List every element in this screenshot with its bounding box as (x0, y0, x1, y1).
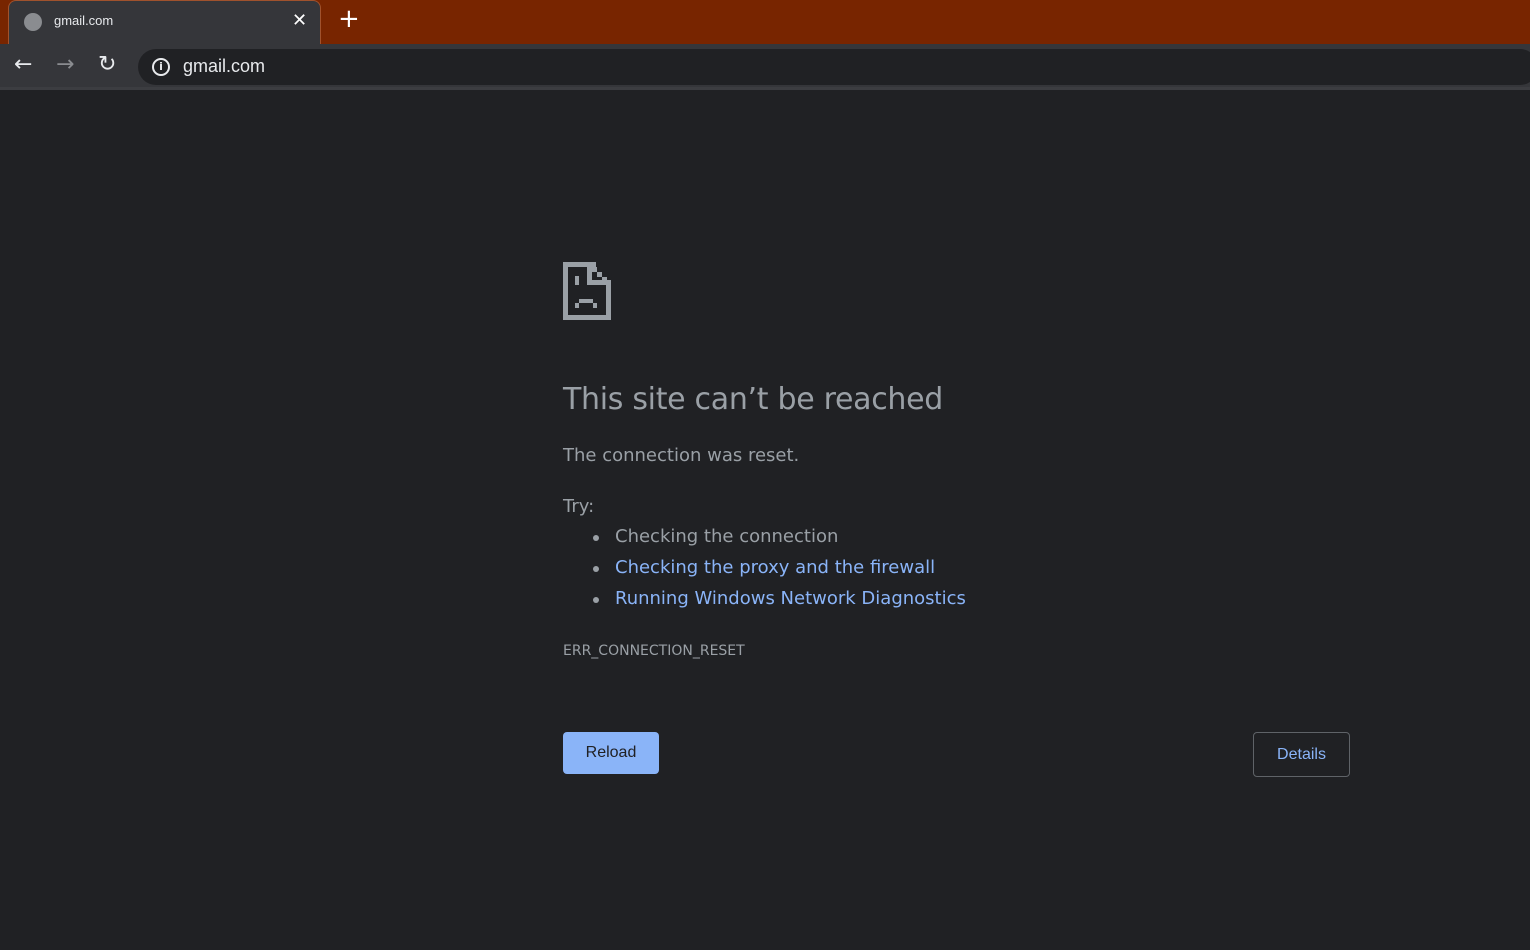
tab-gmail[interactable]: gmail.com ✕ (8, 0, 321, 44)
suggestion-item: Checking the proxy and the firewall (593, 557, 966, 588)
url-text[interactable]: gmail.com (183, 56, 265, 77)
forward-icon[interactable]: → (56, 52, 74, 77)
suggestion-item: Running Windows Network Diagnostics (593, 588, 966, 619)
address-bar[interactable]: i gmail.com (138, 49, 1530, 85)
details-button[interactable]: Details (1253, 732, 1350, 777)
network-diagnostics-link[interactable]: Running Windows Network Diagnostics (615, 588, 966, 609)
new-tab-button[interactable]: + (338, 4, 360, 34)
proxy-firewall-link[interactable]: Checking the proxy and the firewall (615, 557, 935, 578)
error-message: The connection was reset. (563, 445, 800, 466)
toolbar: ← → ↻ i gmail.com (0, 44, 1530, 90)
try-label: Try: (563, 496, 595, 517)
error-title: This site can’t be reached (563, 382, 944, 417)
sad-page-icon (563, 262, 611, 320)
reload-icon[interactable]: ↻ (98, 52, 116, 77)
tab-strip: gmail.com ✕ + (0, 0, 1530, 44)
tab-title: gmail.com (54, 13, 114, 28)
reload-button[interactable]: Reload (563, 732, 659, 774)
info-icon[interactable]: i (152, 58, 170, 76)
suggestion-list: Checking the connection Checking the pro… (593, 526, 966, 619)
suggestion-item: Checking the connection (593, 526, 966, 557)
error-code: ERR_CONNECTION_RESET (563, 643, 745, 659)
globe-icon (24, 13, 42, 31)
back-icon[interactable]: ← (14, 52, 32, 77)
close-tab-icon[interactable]: ✕ (292, 10, 307, 31)
